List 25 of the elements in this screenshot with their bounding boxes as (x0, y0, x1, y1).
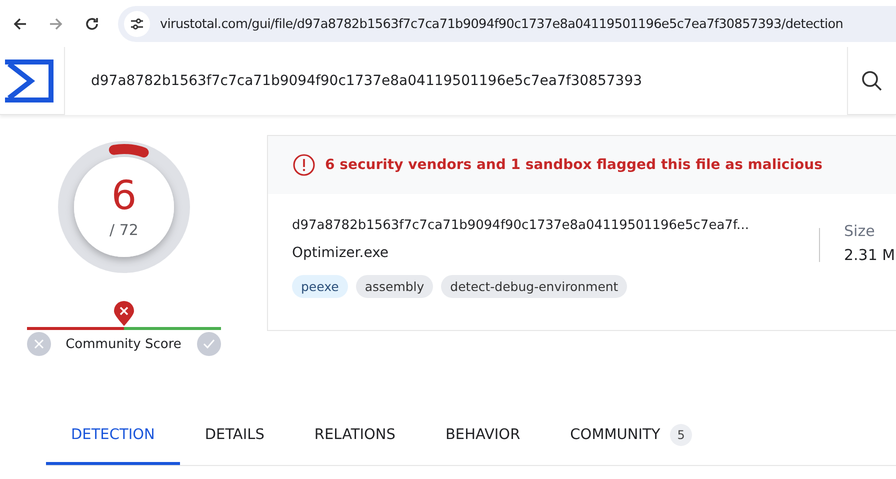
tab[interactable]: BEHAVIOR (420, 410, 546, 465)
community-score-label: Community Score (66, 336, 182, 352)
size-label: Size (844, 222, 876, 240)
file-name: Optimizer.exe (292, 245, 390, 261)
address-bar[interactable]: virustotal.com/gui/file/d97a8782b1563f7c7ca71b9094f90c1737e8a04119501196e5c7ea7f30857393/detection (118, 6, 896, 42)
marker-pin-icon (112, 301, 134, 327)
warning-icon (293, 154, 315, 176)
logo-icon[interactable] (2, 59, 54, 103)
malicious-alert-text: 6 security vendors and 1 sandbox flagged this file as malicious (325, 157, 822, 173)
search-button[interactable] (848, 48, 896, 114)
site-settings-icon[interactable] (124, 11, 150, 37)
file-tag[interactable]: detect-debug-environment (441, 275, 628, 298)
search-icon[interactable] (861, 70, 883, 92)
engine-total: / 72 (109, 221, 138, 239)
tab[interactable]: DETAILS (180, 410, 290, 465)
file-tag[interactable]: assembly (356, 275, 434, 298)
file-tag[interactable]: peexe (292, 275, 348, 298)
detection-count: 6 (110, 173, 136, 219)
search-field[interactable]: d97a8782b1563f7c7ca71b9094f90c1737e8a04119501196e5c7ea7f30857393 (64, 47, 848, 115)
count-badge: 5 (670, 424, 692, 446)
tab[interactable]: COMMUNITY 5 (545, 410, 717, 465)
tab[interactable]: RELATIONS (289, 410, 420, 465)
tab[interactable]: DETECTION (46, 410, 180, 465)
size-value: 2.31 M (844, 246, 896, 264)
file-hash: d97a8782b1563f7c7ca71b9094f90c1737e8a04119501196e5c7ea7f... (292, 218, 750, 233)
